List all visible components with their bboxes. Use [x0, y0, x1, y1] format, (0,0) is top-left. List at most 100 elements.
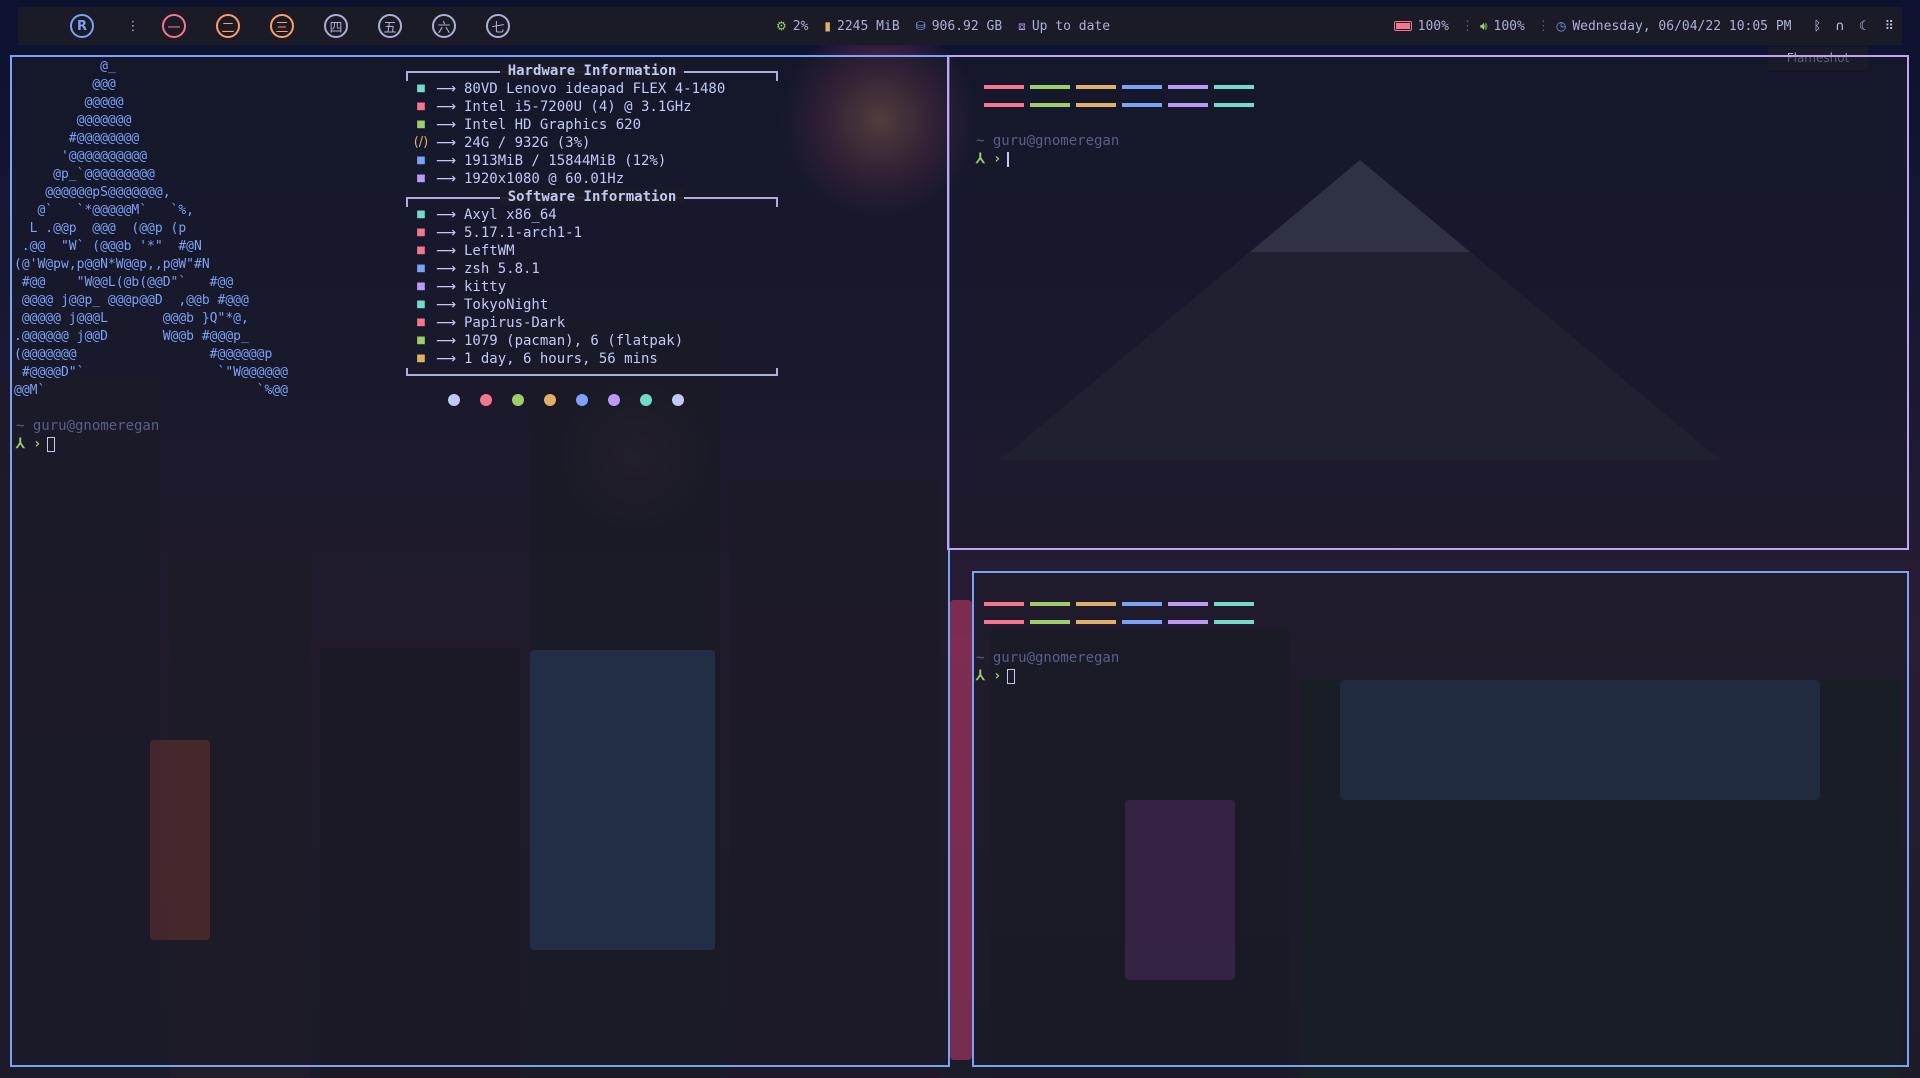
laptop-icon: ■ [416, 83, 426, 94]
memory-stat[interactable]: ▮ 2245 MiB [824, 19, 899, 34]
software-list: ■ ⟶ Axyl x86_64 ■ ⟶ 5.17.1-arch1-1 ■ ⟶ LeftWM ■ ⟶ z… [406, 206, 778, 368]
hardware-row: ■ ⟶ 1913MiB / 15844MiB (12%) [406, 152, 778, 170]
software-row: ■ ⟶ TokyoNight [406, 296, 778, 314]
separator-icon: ⋮ [1460, 18, 1474, 34]
arrow-icon: ⟶ [436, 207, 457, 223]
palette-swatch [1168, 602, 1208, 606]
palette-bottom-right [984, 602, 1254, 638]
datetime-value: Wednesday, 06/04/22 10:05 PM [1572, 18, 1792, 34]
palette-swatch [1076, 620, 1116, 624]
software-value: Papirus-Dark [464, 315, 566, 331]
prompt-symbol: ⅄ › [976, 668, 1002, 684]
software-row: ■ ⟶ Axyl x86_64 [406, 206, 778, 224]
arrow-icon: ⟶ [436, 315, 457, 331]
hardware-value: 1920x1080 @ 60.01Hz [464, 171, 625, 187]
disk-icon: (/) [413, 135, 429, 150]
palette-swatch [1214, 620, 1254, 624]
workspace-7-button[interactable]: 七 [486, 14, 510, 38]
palette-swatch [1122, 85, 1162, 89]
grid-icon[interactable]: ⠿ [1884, 19, 1894, 34]
software-row: ■ ⟶ 1 day, 6 hours, 56 mins [406, 350, 778, 368]
disk-stat[interactable]: ⛁ 906.92 GB [916, 19, 1003, 34]
volume-icon: 🔊︎ [1479, 18, 1488, 33]
volume-stat[interactable]: 🔊︎ 100% [1480, 19, 1525, 34]
disk-icon: ⛁ [915, 19, 926, 33]
memory-icon: ▮ [824, 19, 832, 33]
clock-icon: ◷ [1555, 19, 1567, 33]
software-value: 1079 (pacman), 6 (flatpak) [464, 333, 684, 349]
software-row: ■ ⟶ Papirus-Dark [406, 314, 778, 332]
software-row: ■ ⟶ kitty [406, 278, 778, 296]
color-dot [544, 394, 556, 406]
bluetooth-icon[interactable]: ᛒ [1813, 19, 1821, 34]
prompt-path: ~ guru@gnomeregan [16, 418, 160, 434]
arrow-icon: ⟶ [436, 135, 457, 151]
hardware-row: ■ ⟶ 80VD Lenovo ideapad FLEX 4-1480 [406, 80, 778, 98]
software-value: TokyoNight [464, 297, 549, 313]
software-value: kitty [464, 279, 507, 295]
bottom-right-prompt[interactable]: ~ guru@gnomeregan ⅄ › [976, 649, 1119, 685]
arrow-icon: ⟶ [436, 117, 457, 133]
palette-swatch [1168, 620, 1208, 624]
sign-decoration [950, 600, 972, 1060]
headphones-icon[interactable]: ∩ [1835, 19, 1845, 34]
palette-swatch [1076, 103, 1116, 107]
palette-swatch [1214, 602, 1254, 606]
terminal-top-right[interactable] [947, 55, 1909, 550]
moon-icon[interactable]: ☾ [1859, 19, 1871, 34]
disk-value: 906.92 GB [931, 18, 1003, 34]
updates-stat[interactable]: ⧈ Up to date [1018, 19, 1110, 34]
left-prompt[interactable]: ~ guru@gnomeregan ⅄ › [16, 417, 159, 453]
palette-swatch [1122, 602, 1162, 606]
terminal-bottom-right[interactable] [972, 571, 1909, 1067]
arrow-icon: ⟶ [436, 297, 457, 313]
clock[interactable]: ◷ Wednesday, 06/04/22 10:05 PM [1556, 19, 1792, 34]
color-dot [576, 394, 588, 406]
hardware-row: ■ ⟶ Intel HD Graphics 620 [406, 116, 778, 134]
shell-icon: ■ [416, 263, 426, 274]
cpu-stat[interactable]: ⚙ 2% [776, 19, 808, 34]
hardware-value: 24G / 932G (3%) [464, 135, 591, 151]
workspace-logo-button[interactable]: R [70, 14, 94, 38]
top-bar: R ⋮ 一 二 三 四 五 六 七 ⚙ 2% ▮ 2245 MiB ⛁ 906.… [18, 7, 1902, 45]
arrow-icon: ⟶ [436, 333, 457, 349]
monitor-icon: ■ [416, 173, 426, 184]
palette-swatch [984, 620, 1024, 624]
palette-row [984, 85, 1254, 89]
palette-swatch [1030, 103, 1070, 107]
color-dot [672, 394, 684, 406]
separator-icon: ⋮ [1536, 18, 1550, 34]
hardware-value: Intel HD Graphics 620 [464, 117, 642, 133]
kernel-icon: ■ [416, 227, 426, 238]
color-dot [480, 394, 492, 406]
package-icon: ■ [416, 335, 426, 346]
palette-swatch [1030, 620, 1070, 624]
palette-row [984, 620, 1254, 624]
palette-swatch [1122, 103, 1162, 107]
palette-swatch [1030, 602, 1070, 606]
software-value: zsh 5.8.1 [464, 261, 540, 277]
top-right-prompt[interactable]: ~ guru@gnomeregan ⅄ › [976, 132, 1119, 168]
system-stats: ⚙ 2% ▮ 2245 MiB ⛁ 906.92 GB ⧈ Up to date [776, 7, 1126, 45]
workspace-6-button[interactable]: 六 [432, 14, 456, 38]
workspace-3-button[interactable]: 三 [270, 14, 294, 38]
palette-top-right [984, 85, 1254, 121]
workspace-4-button[interactable]: 四 [324, 14, 348, 38]
status-area: 100% ⋮ 🔊︎ 100% ⋮ ◷ Wednesday, 06/04/22 1… [1393, 7, 1894, 45]
color-dots [448, 394, 778, 406]
workspace-1-button[interactable]: 一 [162, 14, 186, 38]
memory-icon: ■ [416, 155, 426, 166]
cursor [47, 436, 56, 452]
color-dot [512, 394, 524, 406]
workspace-2-button[interactable]: 二 [216, 14, 240, 38]
cpu-icon: ■ [416, 101, 426, 112]
palette-swatch [984, 602, 1024, 606]
software-value: Axyl x86_64 [464, 207, 557, 223]
palette-swatch [1076, 602, 1116, 606]
software-value: 5.17.1-arch1-1 [464, 225, 583, 241]
workspace-5-button[interactable]: 五 [378, 14, 402, 38]
hardware-list: ■ ⟶ 80VD Lenovo ideapad FLEX 4-1480 ■ ⟶ Intel… [406, 80, 778, 188]
battery-stat[interactable]: 100% [1393, 19, 1449, 34]
cursor [1007, 668, 1016, 684]
hardware-value: 1913MiB / 15844MiB (12%) [464, 153, 667, 169]
